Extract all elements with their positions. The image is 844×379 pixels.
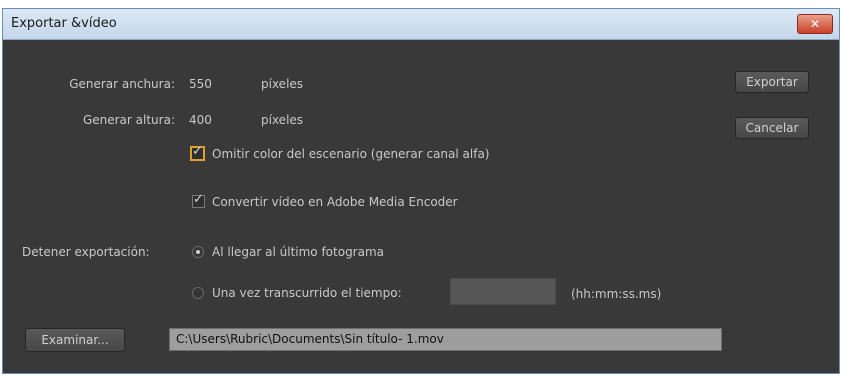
radio-last-frame[interactable]: [192, 246, 204, 258]
height-value: 400: [189, 113, 212, 127]
height-label: Generar altura:: [82, 113, 175, 127]
browse-button[interactable]: Examinar...: [25, 328, 125, 352]
omit-color-label[interactable]: Omitir color del escenario (generar cana…: [212, 147, 489, 161]
dialog-content: Generar anchura: 550 píxeles Generar alt…: [3, 40, 839, 373]
export-button[interactable]: Exportar: [735, 71, 809, 93]
export-video-dialog: Exportar &vídeo ✕ Generar anchura: 550 p…: [2, 8, 840, 374]
dialog-title: Exportar &vídeo: [11, 16, 117, 31]
radio-elapsed-time[interactable]: [192, 287, 204, 299]
checkmark-icon: ✓: [192, 144, 203, 159]
radio-elapsed-time-label[interactable]: Una vez transcurrido el tiempo:: [212, 286, 402, 300]
output-path-field[interactable]: C:\Users\Rubric\Documents\Sin título- 1.…: [169, 328, 722, 351]
stop-export-label: Detener exportación:: [22, 245, 150, 259]
convert-video-checkbox[interactable]: ✓: [192, 192, 205, 208]
radio-last-frame-label[interactable]: Al llegar al último fotograma: [212, 245, 384, 259]
width-unit: píxeles: [261, 77, 304, 91]
omit-color-checkbox[interactable]: ✓: [190, 144, 205, 161]
width-label: Generar anchura:: [69, 77, 175, 91]
close-icon: ✕: [809, 17, 821, 31]
title-bar[interactable]: Exportar &vídeo ✕: [3, 9, 839, 40]
width-value: 550: [189, 77, 212, 91]
height-unit: píxeles: [261, 113, 304, 127]
close-button[interactable]: ✕: [797, 14, 833, 34]
time-format-hint: (hh:mm:ss.ms): [571, 287, 662, 301]
radio-selected-dot: [196, 250, 200, 254]
elapsed-time-input[interactable]: [450, 278, 556, 305]
convert-video-label[interactable]: Convertir vídeo en Adobe Media Encoder: [212, 195, 458, 209]
cancel-button[interactable]: Cancelar: [735, 117, 809, 139]
checkmark-icon: ✓: [193, 192, 204, 207]
